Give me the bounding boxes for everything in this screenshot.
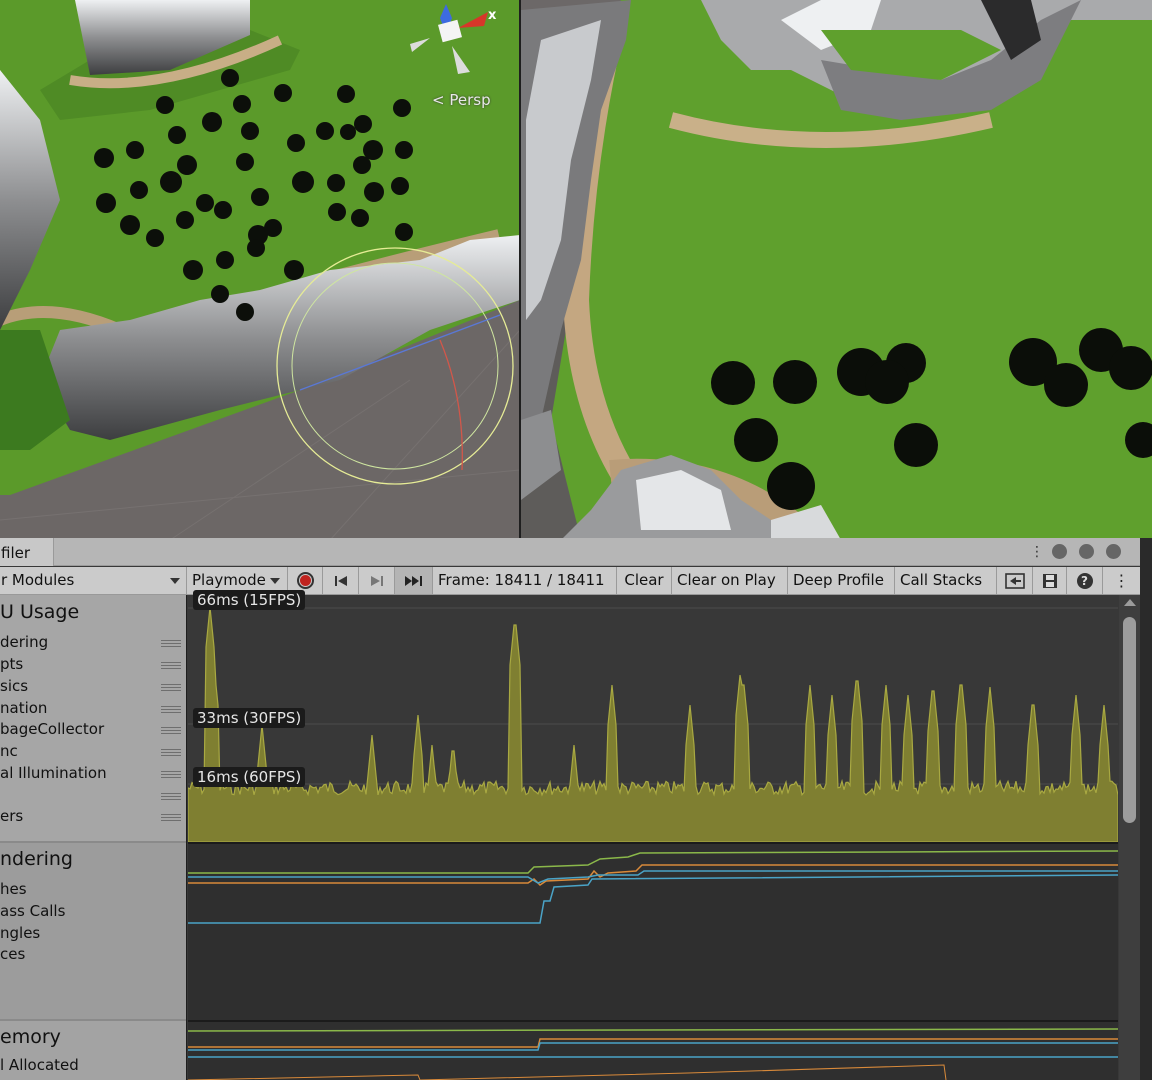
scene-right-render <box>521 0 1152 540</box>
kebab-icon: ⋮ <box>1113 571 1130 590</box>
memory-module[interactable]: emory l Allocated <box>0 1021 186 1080</box>
record-icon <box>297 572 314 589</box>
projection-label[interactable]: < Persp <box>432 91 491 109</box>
module-series-label[interactable]: ngles <box>0 924 40 942</box>
current-frame-button[interactable] <box>395 567 433 594</box>
scroll-up-icon[interactable] <box>1124 599 1136 606</box>
drag-handle-icon[interactable] <box>161 684 181 691</box>
drag-handle-icon[interactable] <box>161 727 181 734</box>
module-series-label[interactable]: pts <box>0 655 23 673</box>
module-series-label[interactable]: ass Calls <box>0 902 65 920</box>
charts-scrollbar[interactable] <box>1119 595 1140 1080</box>
load-icon <box>1004 572 1025 589</box>
scene-left-render <box>0 0 520 540</box>
drag-handle-icon[interactable] <box>161 640 181 647</box>
gizmo-x-label[interactable]: x <box>488 8 496 23</box>
profiler-tab[interactable]: filer <box>0 538 54 566</box>
module-series-label[interactable]: ers <box>0 807 23 825</box>
drag-handle-icon[interactable] <box>161 706 181 713</box>
help-icon: ? <box>1076 572 1093 589</box>
load-button[interactable] <box>997 567 1033 594</box>
module-sidebar: U Usage dering pts sics nation bageColle… <box>0 595 187 1080</box>
drag-handle-icon[interactable] <box>161 771 181 778</box>
help-button[interactable]: ? <box>1067 567 1103 594</box>
module-series-label[interactable]: l Allocated <box>0 1056 79 1074</box>
profiler-modules-dropdown[interactable]: r Modules <box>0 567 187 594</box>
first-frame-button[interactable] <box>323 567 359 594</box>
deep-profile-button[interactable]: Deep Profile <box>788 567 895 594</box>
window-minimize-icon[interactable] <box>1052 544 1067 559</box>
chevron-down-icon <box>170 578 180 584</box>
module-title: U Usage <box>0 601 80 623</box>
drag-handle-icon[interactable] <box>161 793 181 800</box>
module-series-label[interactable]: ces <box>0 945 25 963</box>
drag-handle-icon[interactable] <box>161 662 181 669</box>
fps60-label: 16ms (60FPS) <box>193 767 306 787</box>
profiler-window: filer ⋮ r Modules Playmode Frame: 18411 … <box>0 538 1152 1080</box>
previous-frame-icon <box>334 575 347 586</box>
module-series-label[interactable]: dering <box>0 633 48 651</box>
module-title: emory <box>0 1026 61 1048</box>
module-series-label[interactable]: nation <box>0 699 47 717</box>
module-series-label[interactable]: al Illumination <box>0 764 107 782</box>
module-series-label[interactable]: sics <box>0 677 28 695</box>
module-series-label[interactable]: nc <box>0 742 18 760</box>
profiler-charts[interactable]: 66ms (15FPS) 33ms (30FPS) 16ms (60FPS) <box>187 590 1119 1080</box>
frame-counter: Frame: 18411 / 18411 <box>433 567 617 594</box>
clear-button[interactable]: Clear <box>617 567 672 594</box>
next-frame-icon <box>370 575 383 586</box>
module-series-label[interactable]: bageCollector <box>0 720 104 738</box>
next-frame-button[interactable] <box>359 567 395 594</box>
drag-handle-icon[interactable] <box>161 749 181 756</box>
window-maximize-icon[interactable] <box>1079 544 1094 559</box>
cpu-usage-module[interactable]: U Usage dering pts sics nation bageColle… <box>0 595 186 842</box>
fps15-label: 66ms (15FPS) <box>193 590 306 610</box>
more-options-button[interactable]: ⋮ <box>1103 567 1140 594</box>
profiler-tab-bar: filer ⋮ <box>0 538 1140 566</box>
profiler-toolbar: r Modules Playmode Frame: 18411 / 18411 … <box>0 567 1140 595</box>
persp-arrow-icon: < <box>432 91 445 109</box>
chevron-down-icon <box>270 578 280 584</box>
screenshot-root: < Persp x filer ⋮ r Modules Playmode Fra… <box>0 0 1152 1080</box>
call-stacks-button[interactable]: Call Stacks <box>895 567 997 594</box>
fps30-label: 33ms (30FPS) <box>193 708 306 728</box>
last-frame-icon <box>404 575 422 586</box>
window-close-icon[interactable] <box>1106 544 1121 559</box>
scene-view-right[interactable] <box>521 0 1152 540</box>
module-title: ndering <box>0 848 73 870</box>
save-button[interactable] <box>1033 567 1067 594</box>
scrollbar-thumb[interactable] <box>1123 617 1136 823</box>
profiler-charts-svg <box>187 595 1119 1080</box>
window-menu-icon[interactable]: ⋮ <box>1030 544 1044 560</box>
clear-on-play-button[interactable]: Clear on Play <box>672 567 788 594</box>
window-right-edge <box>1140 538 1152 1080</box>
scene-view-left[interactable]: < Persp x <box>0 0 520 540</box>
drag-handle-icon[interactable] <box>161 814 181 821</box>
rendering-module[interactable]: ndering hes ass Calls ngles ces <box>0 843 186 1019</box>
save-icon <box>1042 573 1057 588</box>
module-series-label[interactable]: hes <box>0 880 27 898</box>
